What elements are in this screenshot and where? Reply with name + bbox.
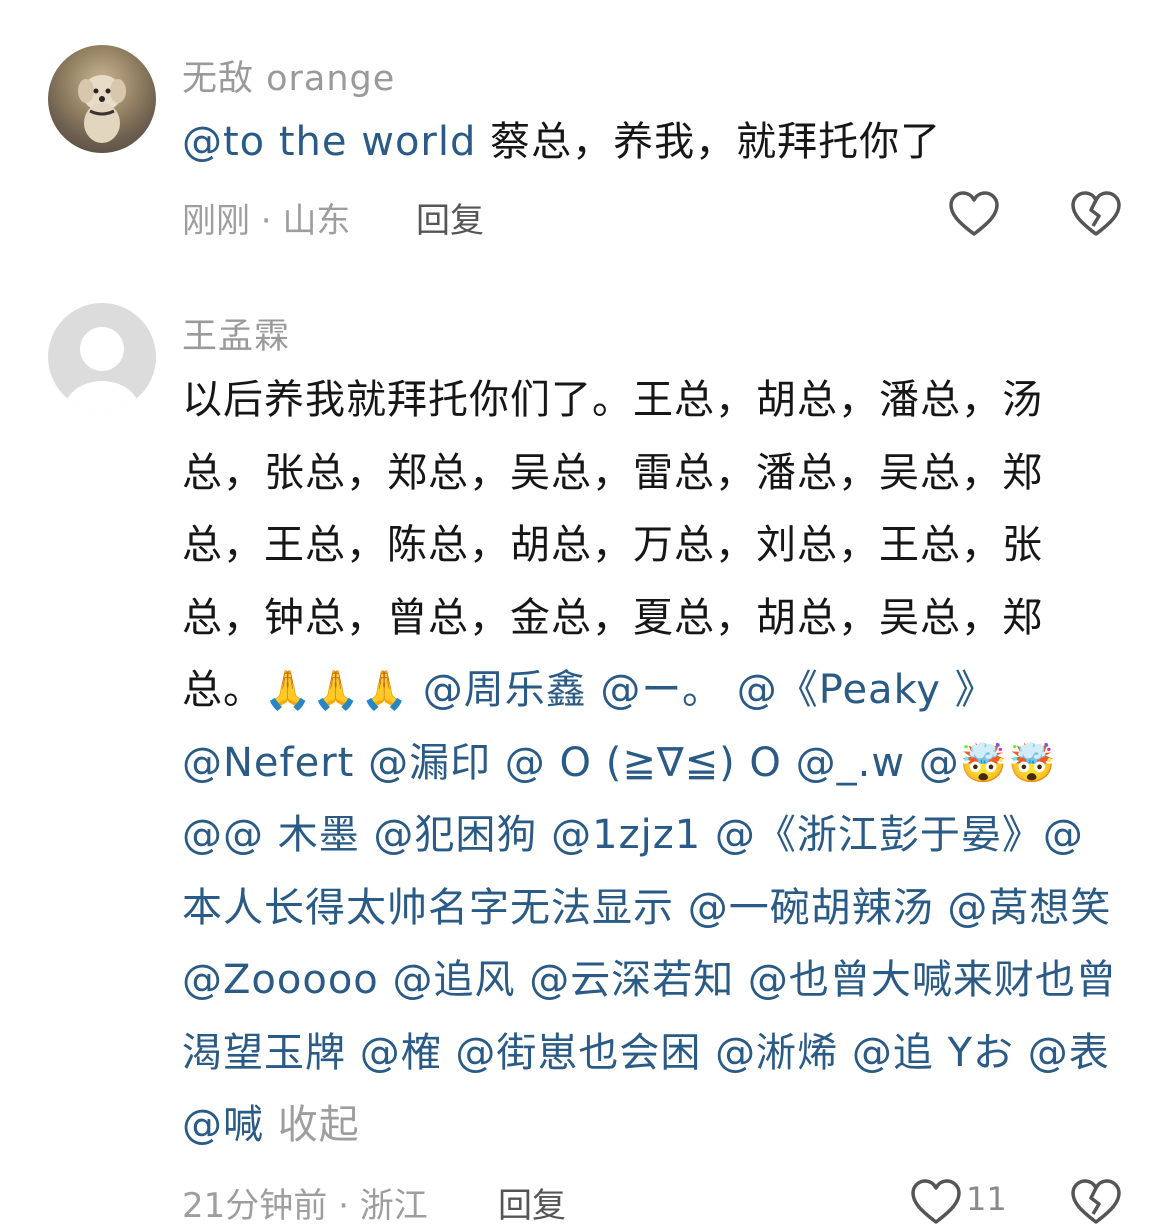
mention-link[interactable]: @ O (≧∇≦) O	[505, 740, 782, 786]
comment-meta: 刚刚 · 山东	[182, 193, 350, 242]
mention-link[interactable]: @_.w	[796, 740, 905, 786]
meta-separator: ·	[327, 1186, 360, 1226]
mention-link[interactable]: @	[919, 740, 960, 786]
default-avatar-icon	[64, 327, 140, 411]
username[interactable]: 王孟霖	[182, 308, 290, 359]
comment-text: 以后养我就拜托你们了。王总，胡总，潘总，汤总，张总，郑总，吴总，雷总，潘总，吴总…	[182, 364, 1117, 1162]
mention-list[interactable]: @@ 木墨 @犯困狗 @1zjz1 @《浙江彭于晏》@本人长得太帅名字无法显示 …	[182, 812, 1117, 1148]
pray-emoji: 🙏	[312, 668, 361, 712]
timestamp: 刚刚	[182, 201, 250, 241]
reply-button[interactable]: 回复	[416, 193, 484, 242]
comment-body: 蔡总，养我，就拜托你了	[476, 119, 942, 165]
reply-button[interactable]: 回复	[498, 1178, 566, 1227]
mention-link[interactable]: @《Peaky 》	[737, 667, 996, 713]
mention-link[interactable]: @周乐鑫	[423, 667, 587, 713]
comment-text: @to the world 蔡总，养我，就拜托你了	[182, 106, 1162, 179]
broken-heart-icon[interactable]	[1070, 190, 1122, 242]
exploding-head-emoji: 🤯	[959, 740, 1009, 785]
heart-icon[interactable]	[948, 190, 1000, 242]
comment-2: 王孟霖 以后养我就拜托你们了。王总，胡总，潘总，汤总，张总，郑总，吴总，雷总，潘…	[0, 290, 1170, 1226]
meta-separator: ·	[250, 201, 283, 241]
like-count: 11	[966, 1180, 1007, 1218]
collapse-button[interactable]: 收起	[278, 1102, 360, 1148]
comment-meta: 21分钟前 · 浙江	[182, 1178, 428, 1227]
pray-emoji: 🙏	[264, 668, 313, 712]
mention-link[interactable]: @漏印	[368, 740, 491, 786]
exploding-head-emoji: 🤯	[1008, 740, 1057, 785]
avatar[interactable]	[48, 45, 156, 153]
mention-link[interactable]: @Nefert	[182, 740, 354, 786]
mention-link[interactable]: @ー。	[600, 667, 723, 713]
comment-1: 无敌 orange @to the world 蔡总，养我，就拜托你了 刚刚 ·…	[0, 0, 1170, 280]
location: 山东	[282, 201, 351, 241]
avatar[interactable]	[48, 303, 156, 411]
heart-icon[interactable]	[910, 1178, 962, 1230]
mention-link[interactable]: @to the world	[182, 119, 476, 165]
pray-emoji: 🙏	[360, 668, 409, 712]
dog-avatar-image	[78, 75, 126, 143]
username[interactable]: 无敌 orange	[182, 50, 395, 101]
timestamp: 21分钟前	[182, 1186, 328, 1226]
location: 浙江	[359, 1186, 428, 1226]
broken-heart-icon[interactable]	[1070, 1178, 1122, 1230]
